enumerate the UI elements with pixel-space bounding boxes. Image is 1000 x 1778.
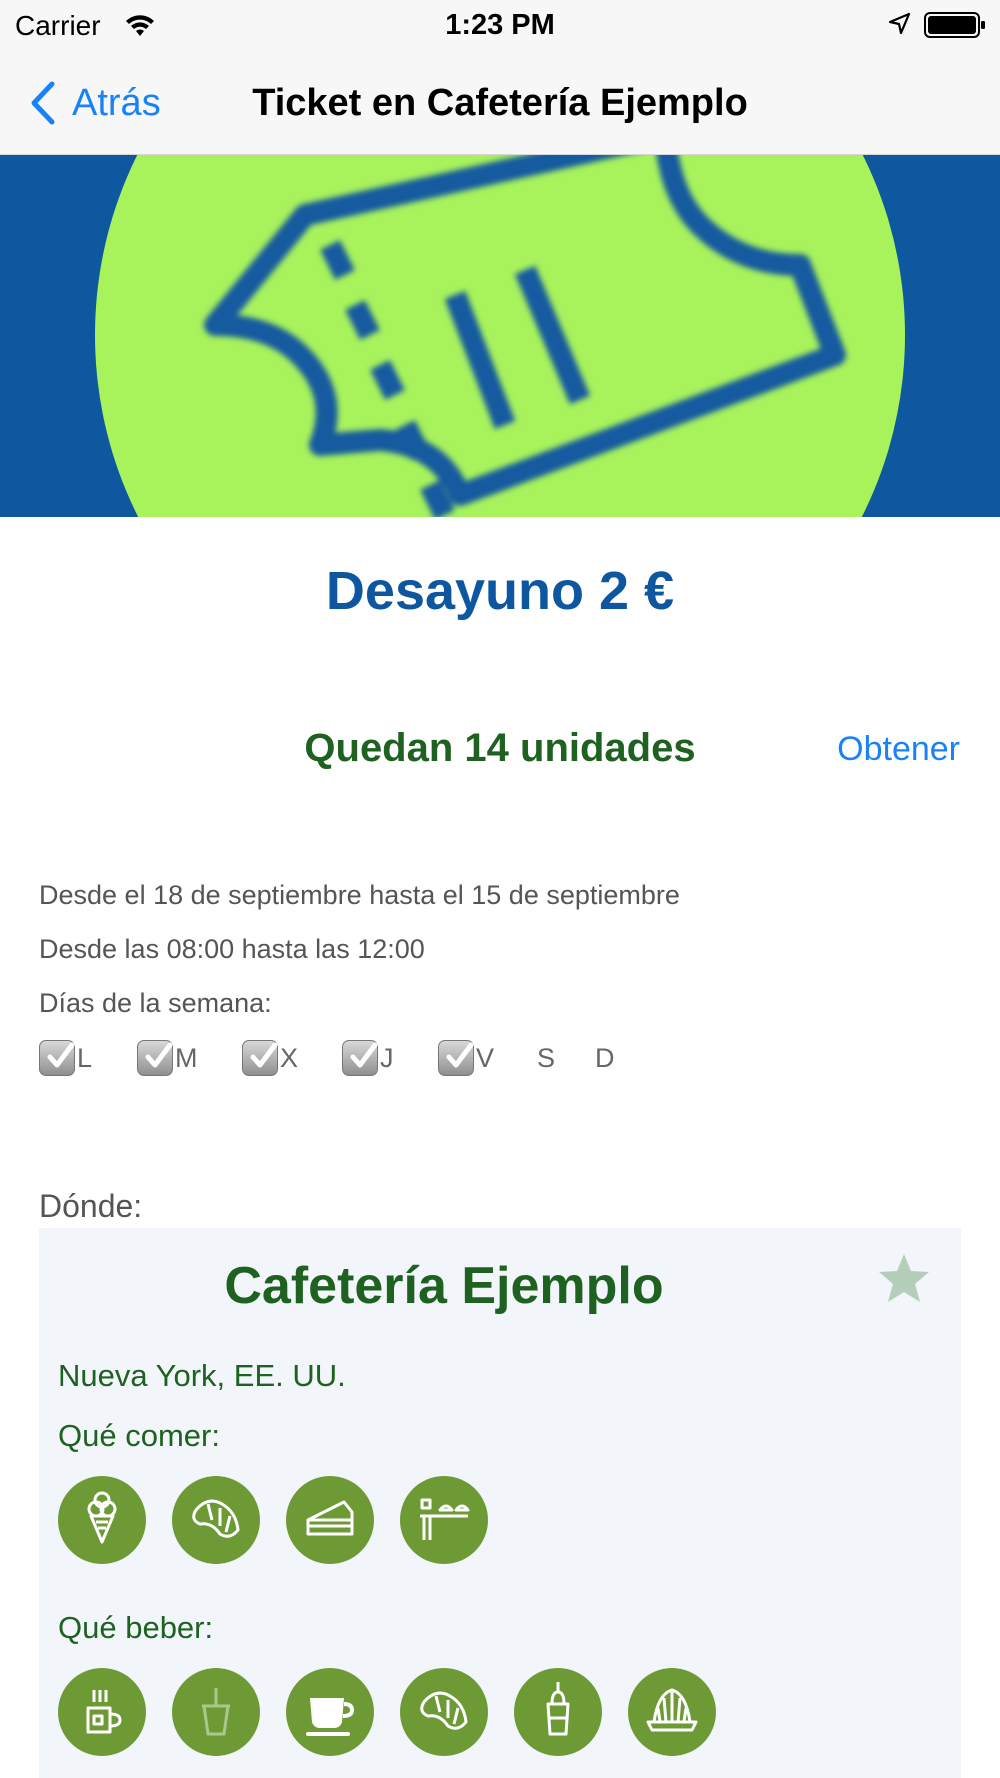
croissant-icon (172, 1476, 260, 1564)
smoothie-icon (514, 1668, 602, 1756)
juicer-icon (628, 1668, 716, 1756)
hot-drink-icon (58, 1668, 146, 1756)
day-label: M (175, 1042, 198, 1073)
page-title: Ticket en Cafetería Ejemplo (252, 82, 748, 124)
date-range: Desde el 18 de septiembre hasta el 15 de… (39, 880, 680, 910)
tapas-icon (400, 1476, 488, 1564)
ticket-icon (95, 155, 905, 517)
checkbox-checked (342, 1040, 378, 1076)
day-label: J (380, 1042, 394, 1073)
cake-slice-icon (286, 1476, 374, 1564)
status-time: 1:23 PM (445, 9, 555, 41)
day-wednesday: X (242, 1038, 298, 1078)
place-name: Cafetería Ejemplo (224, 1257, 664, 1315)
ice-cream-icon (58, 1476, 146, 1564)
drink-label: Qué beber: (58, 1610, 214, 1645)
day-monday: L (39, 1038, 92, 1078)
day-sunday: D (593, 1038, 615, 1078)
obtain-button[interactable]: Obtener (837, 730, 960, 769)
day-label: X (280, 1042, 299, 1073)
checkbox-checked (39, 1040, 75, 1076)
location-arrow-icon (888, 12, 911, 35)
day-saturday: S (535, 1038, 555, 1078)
day-label: D (595, 1042, 615, 1073)
day-label: V (476, 1042, 495, 1073)
day-label: S (537, 1042, 556, 1073)
navigation-bar: Atrás Ticket en Cafetería Ejemplo (0, 50, 1000, 155)
ticket-title: Desayuno 2 € (325, 561, 675, 621)
place-location: Nueva York, EE. UU. (58, 1358, 346, 1393)
day-tuesday: M (137, 1038, 198, 1078)
weekdays-label: Días de la semana: (39, 988, 272, 1018)
ticket-banner (0, 155, 1000, 517)
eat-label: Qué comer: (58, 1418, 220, 1453)
day-label: L (77, 1042, 93, 1073)
place-card[interactable]: Cafetería Ejemplo Nueva York, EE. UU. Qu… (39, 1228, 961, 1778)
checkbox-checked (438, 1040, 474, 1076)
units-remaining: Quedan 14 unidades (304, 726, 696, 770)
day-thursday: J (342, 1038, 394, 1078)
checkbox-checked (137, 1040, 173, 1076)
battery-icon (924, 12, 985, 38)
where-label: Dónde: (39, 1188, 143, 1224)
status-bar: Carrier 1:23 PM (0, 0, 1000, 50)
iced-drink-icon (172, 1668, 260, 1756)
croissant-icon (400, 1668, 488, 1756)
checkbox-checked (242, 1040, 278, 1076)
coffee-cup-icon (286, 1668, 374, 1756)
star-icon[interactable] (877, 1252, 931, 1304)
day-friday: V (438, 1038, 494, 1078)
time-range: Desde las 08:00 hasta las 12:00 (39, 934, 425, 964)
